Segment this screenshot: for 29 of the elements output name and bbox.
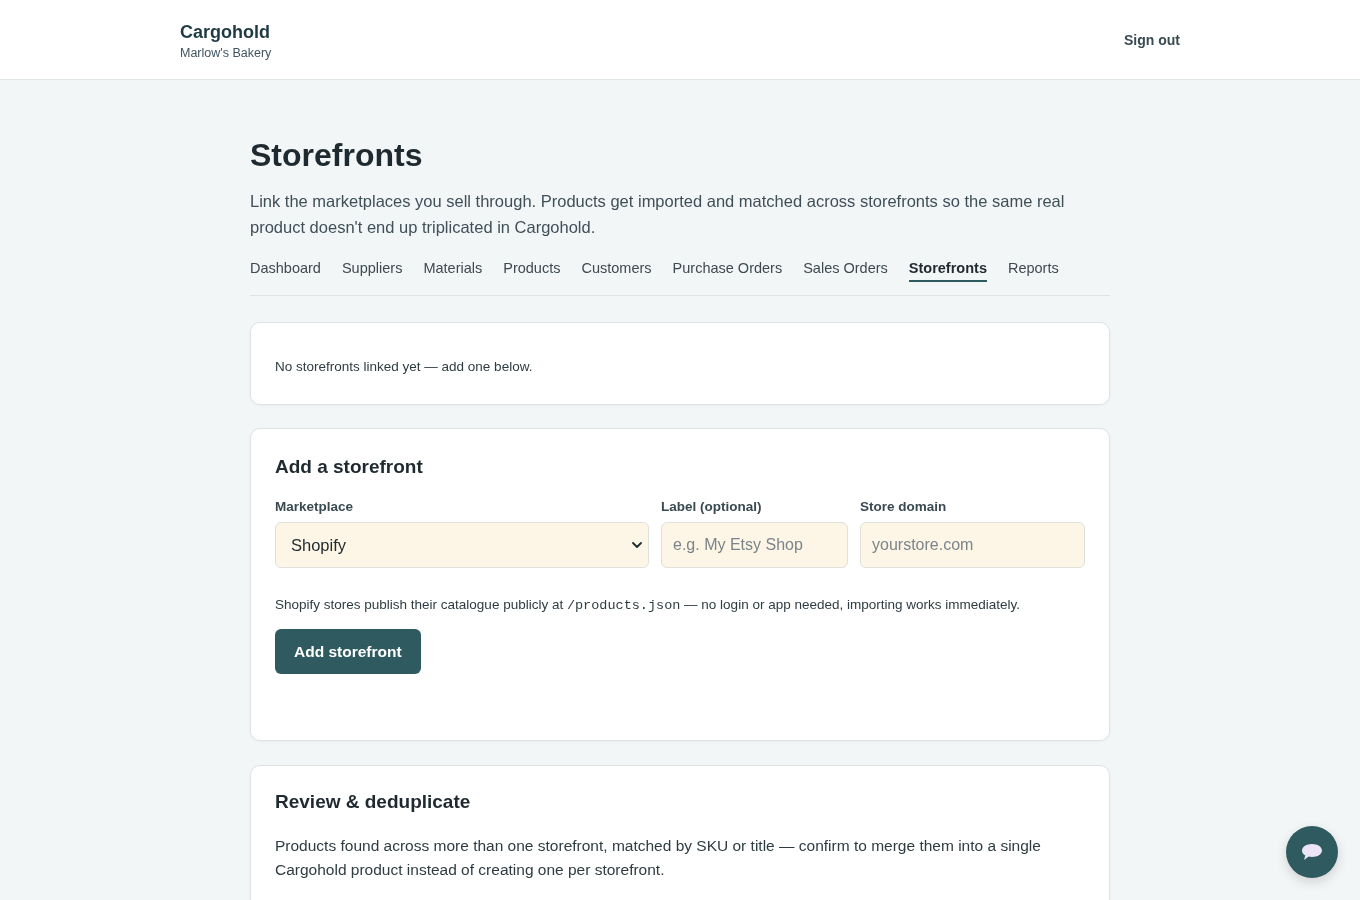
nav-tab[interactable]: Reports (1007, 260, 1059, 282)
field-label: Label (optional) (661, 499, 763, 515)
review-heading: Review & deduplicate (275, 790, 472, 814)
review-description: Products found across more than one storefront, matched by SKU or title — confirm to merge them into a single Cargohold product instead of creating one per storefront. (275, 836, 1042, 880)
nav-tab[interactable]: Dashboard (250, 260, 321, 282)
page-title: Storefronts (250, 136, 424, 174)
text-input-field[interactable]: yourstore.com (860, 522, 1085, 568)
empty-notice-text: No storefronts linked yet — add one below. (275, 359, 533, 374)
caret-icon (632, 542, 642, 548)
field-label: Marketplace (275, 499, 355, 515)
nav-tab[interactable]: Suppliers (341, 260, 403, 282)
page-description: Link the marketplaces you sell through. Products get imported and matched across storefronts so the same real product doesn't end up triplicated in Cargohold. (250, 191, 1066, 238)
text-input-field[interactable]: e.g. My Etsy Shop (661, 522, 848, 568)
add-storefront-heading: Add a storefront (275, 455, 424, 479)
nav-tab[interactable]: Materials (423, 260, 483, 282)
nav-tab[interactable]: Products (503, 260, 561, 282)
brand-name[interactable]: Cargohold (180, 21, 272, 43)
nav-tab[interactable]: Purchase Orders (672, 260, 783, 282)
field-label: Store domain (860, 499, 948, 515)
help-text: Shopify stores publish their catalogue publicly at /products.json — no login or app needed, importing works immediately. (275, 596, 1021, 615)
sign-out-link[interactable]: Sign out (1124, 31, 1180, 48)
nav-tab[interactable]: Storefronts (908, 260, 987, 282)
nav-tab[interactable]: Customers (581, 260, 652, 282)
chat-button[interactable] (1286, 826, 1338, 878)
nav-tab[interactable]: Sales Orders (803, 260, 888, 282)
speech-bubble-icon (1301, 843, 1323, 861)
business-name: Marlow's Bakery (180, 45, 272, 60)
add-storefront-button[interactable]: Add storefront (275, 629, 421, 674)
marketplace-select[interactable]: Shopify (275, 522, 649, 568)
